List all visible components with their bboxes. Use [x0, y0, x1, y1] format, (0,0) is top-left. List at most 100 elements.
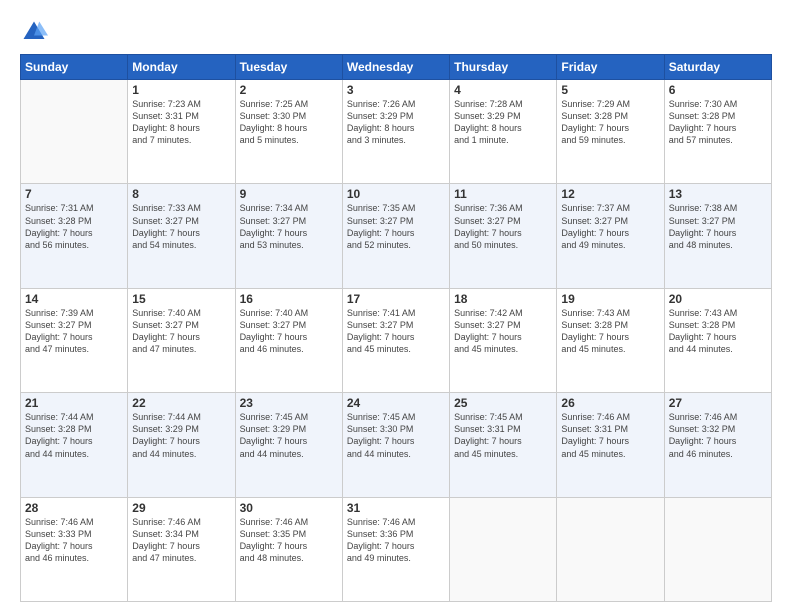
- day-number: 5: [561, 83, 659, 97]
- day-number: 17: [347, 292, 445, 306]
- weekday-wednesday: Wednesday: [342, 55, 449, 80]
- day-number: 27: [669, 396, 767, 410]
- day-info: Sunrise: 7:43 AM Sunset: 3:28 PM Dayligh…: [669, 307, 767, 356]
- day-info: Sunrise: 7:37 AM Sunset: 3:27 PM Dayligh…: [561, 202, 659, 251]
- day-info: Sunrise: 7:44 AM Sunset: 3:28 PM Dayligh…: [25, 411, 123, 460]
- calendar-cell: 25Sunrise: 7:45 AM Sunset: 3:31 PM Dayli…: [450, 393, 557, 497]
- calendar-cell: 18Sunrise: 7:42 AM Sunset: 3:27 PM Dayli…: [450, 288, 557, 392]
- weekday-saturday: Saturday: [664, 55, 771, 80]
- calendar-cell: 10Sunrise: 7:35 AM Sunset: 3:27 PM Dayli…: [342, 184, 449, 288]
- day-info: Sunrise: 7:33 AM Sunset: 3:27 PM Dayligh…: [132, 202, 230, 251]
- calendar-table: SundayMondayTuesdayWednesdayThursdayFrid…: [20, 54, 772, 602]
- week-row-5: 28Sunrise: 7:46 AM Sunset: 3:33 PM Dayli…: [21, 497, 772, 601]
- day-number: 20: [669, 292, 767, 306]
- calendar-cell: 31Sunrise: 7:46 AM Sunset: 3:36 PM Dayli…: [342, 497, 449, 601]
- day-info: Sunrise: 7:46 AM Sunset: 3:36 PM Dayligh…: [347, 516, 445, 565]
- day-info: Sunrise: 7:31 AM Sunset: 3:28 PM Dayligh…: [25, 202, 123, 251]
- day-info: Sunrise: 7:42 AM Sunset: 3:27 PM Dayligh…: [454, 307, 552, 356]
- calendar-cell: [664, 497, 771, 601]
- calendar-cell: 11Sunrise: 7:36 AM Sunset: 3:27 PM Dayli…: [450, 184, 557, 288]
- day-number: 10: [347, 187, 445, 201]
- day-info: Sunrise: 7:23 AM Sunset: 3:31 PM Dayligh…: [132, 98, 230, 147]
- day-info: Sunrise: 7:45 AM Sunset: 3:29 PM Dayligh…: [240, 411, 338, 460]
- day-number: 8: [132, 187, 230, 201]
- calendar-cell: 5Sunrise: 7:29 AM Sunset: 3:28 PM Daylig…: [557, 80, 664, 184]
- calendar-cell: 13Sunrise: 7:38 AM Sunset: 3:27 PM Dayli…: [664, 184, 771, 288]
- logo-icon: [20, 18, 48, 46]
- calendar-cell: 22Sunrise: 7:44 AM Sunset: 3:29 PM Dayli…: [128, 393, 235, 497]
- calendar-cell: 17Sunrise: 7:41 AM Sunset: 3:27 PM Dayli…: [342, 288, 449, 392]
- day-info: Sunrise: 7:29 AM Sunset: 3:28 PM Dayligh…: [561, 98, 659, 147]
- calendar-cell: 7Sunrise: 7:31 AM Sunset: 3:28 PM Daylig…: [21, 184, 128, 288]
- weekday-friday: Friday: [557, 55, 664, 80]
- day-number: 11: [454, 187, 552, 201]
- day-number: 14: [25, 292, 123, 306]
- day-number: 22: [132, 396, 230, 410]
- logo: [20, 18, 52, 46]
- calendar-cell: 15Sunrise: 7:40 AM Sunset: 3:27 PM Dayli…: [128, 288, 235, 392]
- day-info: Sunrise: 7:45 AM Sunset: 3:30 PM Dayligh…: [347, 411, 445, 460]
- day-info: Sunrise: 7:41 AM Sunset: 3:27 PM Dayligh…: [347, 307, 445, 356]
- day-number: 19: [561, 292, 659, 306]
- day-info: Sunrise: 7:34 AM Sunset: 3:27 PM Dayligh…: [240, 202, 338, 251]
- calendar-cell: 6Sunrise: 7:30 AM Sunset: 3:28 PM Daylig…: [664, 80, 771, 184]
- weekday-sunday: Sunday: [21, 55, 128, 80]
- calendar-cell: 29Sunrise: 7:46 AM Sunset: 3:34 PM Dayli…: [128, 497, 235, 601]
- calendar-cell: 26Sunrise: 7:46 AM Sunset: 3:31 PM Dayli…: [557, 393, 664, 497]
- calendar-cell: 21Sunrise: 7:44 AM Sunset: 3:28 PM Dayli…: [21, 393, 128, 497]
- week-row-1: 1Sunrise: 7:23 AM Sunset: 3:31 PM Daylig…: [21, 80, 772, 184]
- calendar-cell: 9Sunrise: 7:34 AM Sunset: 3:27 PM Daylig…: [235, 184, 342, 288]
- day-info: Sunrise: 7:39 AM Sunset: 3:27 PM Dayligh…: [25, 307, 123, 356]
- calendar-cell: 16Sunrise: 7:40 AM Sunset: 3:27 PM Dayli…: [235, 288, 342, 392]
- day-number: 30: [240, 501, 338, 515]
- page: SundayMondayTuesdayWednesdayThursdayFrid…: [0, 0, 792, 612]
- calendar-cell: [557, 497, 664, 601]
- calendar-cell: [450, 497, 557, 601]
- calendar-cell: 24Sunrise: 7:45 AM Sunset: 3:30 PM Dayli…: [342, 393, 449, 497]
- calendar-cell: 8Sunrise: 7:33 AM Sunset: 3:27 PM Daylig…: [128, 184, 235, 288]
- day-info: Sunrise: 7:45 AM Sunset: 3:31 PM Dayligh…: [454, 411, 552, 460]
- calendar-cell: 23Sunrise: 7:45 AM Sunset: 3:29 PM Dayli…: [235, 393, 342, 497]
- day-number: 6: [669, 83, 767, 97]
- day-info: Sunrise: 7:46 AM Sunset: 3:35 PM Dayligh…: [240, 516, 338, 565]
- calendar-cell: 12Sunrise: 7:37 AM Sunset: 3:27 PM Dayli…: [557, 184, 664, 288]
- day-info: Sunrise: 7:30 AM Sunset: 3:28 PM Dayligh…: [669, 98, 767, 147]
- day-info: Sunrise: 7:46 AM Sunset: 3:33 PM Dayligh…: [25, 516, 123, 565]
- day-info: Sunrise: 7:46 AM Sunset: 3:32 PM Dayligh…: [669, 411, 767, 460]
- calendar-cell: 3Sunrise: 7:26 AM Sunset: 3:29 PM Daylig…: [342, 80, 449, 184]
- day-number: 15: [132, 292, 230, 306]
- day-info: Sunrise: 7:38 AM Sunset: 3:27 PM Dayligh…: [669, 202, 767, 251]
- week-row-4: 21Sunrise: 7:44 AM Sunset: 3:28 PM Dayli…: [21, 393, 772, 497]
- calendar-cell: [21, 80, 128, 184]
- calendar-cell: 4Sunrise: 7:28 AM Sunset: 3:29 PM Daylig…: [450, 80, 557, 184]
- calendar-cell: 28Sunrise: 7:46 AM Sunset: 3:33 PM Dayli…: [21, 497, 128, 601]
- calendar-cell: 19Sunrise: 7:43 AM Sunset: 3:28 PM Dayli…: [557, 288, 664, 392]
- weekday-monday: Monday: [128, 55, 235, 80]
- calendar-cell: 14Sunrise: 7:39 AM Sunset: 3:27 PM Dayli…: [21, 288, 128, 392]
- day-number: 24: [347, 396, 445, 410]
- day-info: Sunrise: 7:35 AM Sunset: 3:27 PM Dayligh…: [347, 202, 445, 251]
- day-number: 18: [454, 292, 552, 306]
- day-info: Sunrise: 7:44 AM Sunset: 3:29 PM Dayligh…: [132, 411, 230, 460]
- day-number: 2: [240, 83, 338, 97]
- week-row-3: 14Sunrise: 7:39 AM Sunset: 3:27 PM Dayli…: [21, 288, 772, 392]
- day-number: 31: [347, 501, 445, 515]
- day-number: 12: [561, 187, 659, 201]
- calendar-cell: 27Sunrise: 7:46 AM Sunset: 3:32 PM Dayli…: [664, 393, 771, 497]
- header: [20, 18, 772, 46]
- calendar-cell: 20Sunrise: 7:43 AM Sunset: 3:28 PM Dayli…: [664, 288, 771, 392]
- day-info: Sunrise: 7:36 AM Sunset: 3:27 PM Dayligh…: [454, 202, 552, 251]
- day-info: Sunrise: 7:26 AM Sunset: 3:29 PM Dayligh…: [347, 98, 445, 147]
- day-number: 1: [132, 83, 230, 97]
- day-info: Sunrise: 7:28 AM Sunset: 3:29 PM Dayligh…: [454, 98, 552, 147]
- day-number: 26: [561, 396, 659, 410]
- calendar-cell: 2Sunrise: 7:25 AM Sunset: 3:30 PM Daylig…: [235, 80, 342, 184]
- day-number: 29: [132, 501, 230, 515]
- day-number: 16: [240, 292, 338, 306]
- day-info: Sunrise: 7:43 AM Sunset: 3:28 PM Dayligh…: [561, 307, 659, 356]
- day-info: Sunrise: 7:40 AM Sunset: 3:27 PM Dayligh…: [240, 307, 338, 356]
- day-info: Sunrise: 7:25 AM Sunset: 3:30 PM Dayligh…: [240, 98, 338, 147]
- day-info: Sunrise: 7:46 AM Sunset: 3:31 PM Dayligh…: [561, 411, 659, 460]
- day-number: 21: [25, 396, 123, 410]
- day-number: 25: [454, 396, 552, 410]
